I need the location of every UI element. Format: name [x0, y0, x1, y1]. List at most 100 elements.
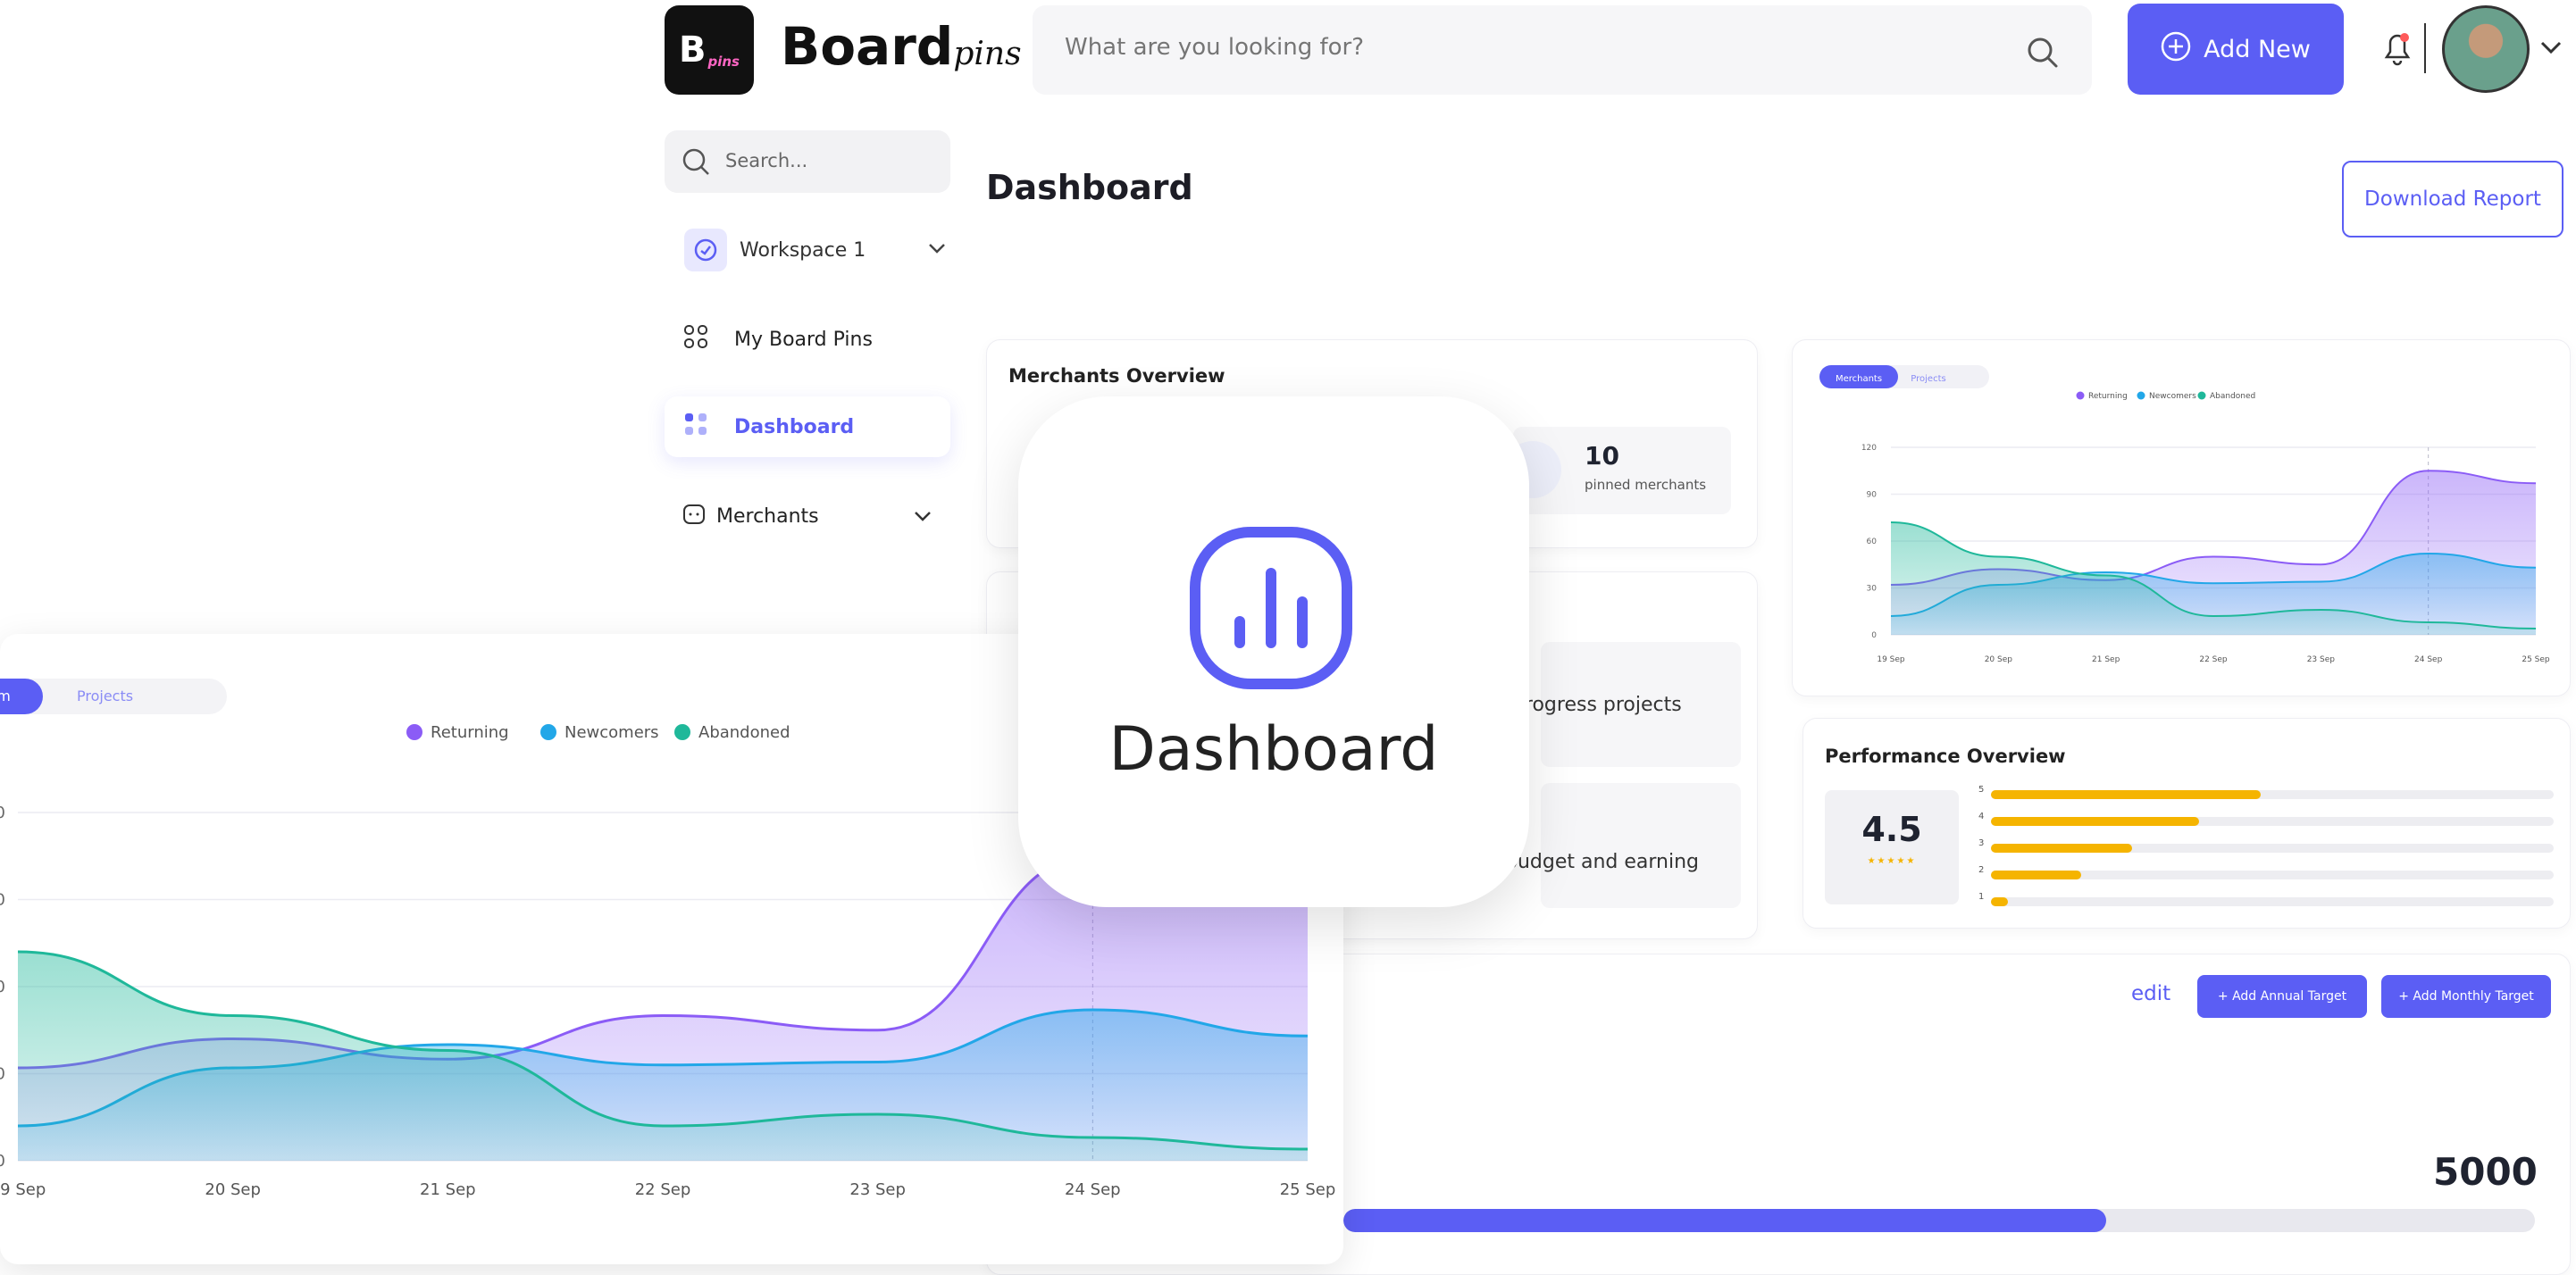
search-icon[interactable] — [2026, 36, 2060, 73]
rating-bar-fill — [1991, 844, 2132, 853]
rating-bar-label: 5 — [1978, 785, 1985, 795]
tab-merchants[interactable]: m — [0, 679, 43, 714]
x-tick-label: 19 Sep — [0, 1180, 46, 1199]
pinned-value: 10 — [1585, 441, 1619, 471]
tab-merchants-label: Merchants — [1836, 374, 1882, 384]
x-tick-label: 23 Sep — [849, 1180, 906, 1199]
download-report-button[interactable]: Download Report — [2342, 161, 2563, 238]
x-tick-label: 21 Sep — [420, 1180, 476, 1199]
rating-value: 4.5 — [1861, 810, 1922, 849]
sidebar-search[interactable]: Search... — [665, 130, 950, 193]
avatar[interactable] — [2442, 5, 2530, 93]
legend-dot — [406, 724, 422, 740]
logo-letter: B — [679, 29, 707, 71]
y-tick-label: 90 — [0, 891, 5, 910]
sidebar-item-dashboard[interactable]: Dashboard — [665, 396, 950, 457]
legend-label: Newcomers — [565, 723, 659, 742]
workspace-icon — [684, 229, 727, 271]
inprogress-label: -progress projects — [1505, 694, 1682, 716]
rating-score-box: 4.5 ★★★★★ — [1825, 790, 1959, 904]
plus-circle-icon — [2161, 31, 2191, 68]
add-annual-target-button[interactable]: + Add Annual Target — [2197, 975, 2367, 1018]
rating-bar-label: 2 — [1978, 865, 1985, 875]
y-tick-label: 30 — [0, 1065, 5, 1084]
x-tick-label: 23 Sep — [2307, 655, 2336, 664]
rating-bar-track — [1991, 817, 2554, 826]
y-tick-label: 90 — [1867, 491, 1878, 500]
tab-projects-label: Projects — [1911, 374, 1945, 384]
legend-label: Abandoned — [2210, 392, 2255, 401]
rating-bar-label: 1 — [1978, 892, 1985, 902]
x-tick-label: 25 Sep — [1280, 1180, 1336, 1199]
sidebar-item-merchants[interactable]: Merchants — [665, 486, 950, 546]
y-tick-label: 0 — [0, 1152, 5, 1171]
logo[interactable]: Bpins — [665, 5, 754, 95]
rating-stars: ★★★★★ — [1867, 856, 1917, 866]
x-tick-label: 21 Sep — [2092, 655, 2120, 664]
chevron-down-icon[interactable] — [2538, 39, 2563, 59]
edit-link[interactable]: edit — [2131, 982, 2170, 1005]
chevron-down-icon — [913, 505, 933, 528]
small-area-chart: Merchants Projects 0 30 60 90 120 19 Sep 20 Sep 2… — [1819, 365, 2550, 664]
legend-label: Returning — [2088, 392, 2128, 401]
bar-chart-icon — [1188, 525, 1354, 695]
target-progress-bar — [1343, 1209, 2535, 1232]
search-icon — [681, 146, 711, 181]
legend-label: Newcomers — [2149, 392, 2196, 401]
legend-dot — [2137, 391, 2145, 400]
bell-icon[interactable] — [2379, 29, 2415, 71]
page-title: Dashboard — [986, 168, 1193, 207]
chevron-down-icon — [927, 241, 947, 258]
rating-bar-label: 3 — [1978, 838, 1985, 848]
legend-dot — [2197, 391, 2206, 400]
sidebar-search-placeholder: Search... — [725, 150, 808, 171]
brand-word: Board — [781, 16, 954, 77]
pinned-label: pinned merchants — [1585, 477, 1707, 493]
y-tick-label: 60 — [0, 978, 5, 996]
workspace-label: Workspace 1 — [740, 239, 866, 262]
y-tick-label: 120 — [0, 804, 5, 822]
x-tick-label: 22 Sep — [635, 1180, 691, 1199]
budget-label: budget and earning — [1505, 851, 1700, 873]
dashboard-icon — [682, 411, 709, 443]
rating-bar-track — [1991, 897, 2554, 906]
add-new-label: Add New — [2204, 35, 2311, 63]
target-progress-fill — [1343, 1209, 2106, 1232]
rating-bar-track — [1991, 844, 2554, 853]
y-tick-label: 60 — [1867, 538, 1878, 546]
small-area-chart-card: Merchants Projects 0 30 60 90 120 19 Sep 20 Sep 2… — [1792, 339, 2571, 696]
rating-bar-label: 4 — [1978, 812, 1985, 821]
add-new-button[interactable]: Add New — [2128, 4, 2344, 95]
workspace-selector[interactable]: Workspace 1 — [675, 220, 961, 280]
legend-label: Returning — [431, 723, 509, 742]
rating-bar-fill — [1991, 817, 2200, 826]
sidebar-item-label: Dashboard — [734, 415, 855, 438]
header-divider — [2424, 23, 2426, 73]
top-search-bar[interactable] — [1033, 5, 2092, 95]
y-tick-label: 120 — [1861, 444, 1877, 453]
x-tick-label: 20 Sep — [205, 1180, 261, 1199]
x-tick-label: 19 Sep — [1877, 655, 1905, 664]
top-search-input[interactable] — [1065, 34, 1958, 61]
sidebar-item-my-board-pins[interactable]: My Board Pins — [665, 309, 950, 370]
legend-dot — [540, 724, 556, 740]
chart-tab-switch[interactable]: m Projects — [0, 679, 227, 714]
performance-overview-card: Performance Overview 4.5 ★★★★★ 5 4 3 2 1 — [1802, 718, 2571, 929]
grid-icon — [682, 323, 709, 355]
brand-suffix: pins — [953, 36, 1022, 72]
dashboard-app-tile[interactable]: Dashboard — [1018, 396, 1529, 907]
add-monthly-target-button[interactable]: + Add Monthly Target — [2381, 975, 2551, 1018]
target-value: 5000 — [2433, 1150, 2538, 1194]
tab-projects[interactable]: Projects — [77, 679, 133, 714]
rating-bar-track — [1991, 790, 2554, 799]
card-title: Merchants Overview — [1008, 365, 1225, 387]
merchant-icon — [681, 500, 707, 532]
app-tile-label: Dashboard — [1108, 714, 1439, 785]
x-tick-label: 20 Sep — [1985, 655, 2013, 664]
x-tick-label: 22 Sep — [2199, 655, 2228, 664]
y-tick-label: 0 — [1871, 631, 1877, 640]
legend-dot — [674, 724, 690, 740]
x-tick-label: 25 Sep — [2522, 655, 2550, 664]
pinned-merchants-stat: 10 pinned merchants — [1504, 427, 1731, 514]
sidebar-item-label: Merchants — [716, 504, 819, 528]
